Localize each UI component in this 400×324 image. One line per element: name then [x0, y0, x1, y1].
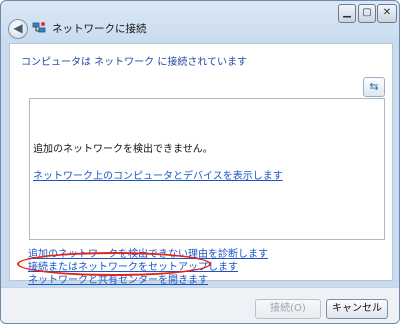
connect-button[interactable]: 接続(O)	[255, 299, 321, 319]
no-networks-text: 追加のネットワークを検出できません。	[33, 144, 213, 155]
refresh-icon: ⇆	[369, 80, 379, 93]
show-devices-link[interactable]: ネットワーク上のコンピュータとデバイスを表示します	[33, 167, 283, 182]
cancel-button[interactable]: キャンセル	[326, 299, 388, 319]
network-icon	[32, 22, 46, 33]
window-title: ネットワークに接続	[52, 23, 147, 35]
connection-status-text: コンピュータは ネットワーク に接続されています	[21, 57, 248, 68]
maximize-button[interactable]: ▢	[358, 4, 376, 23]
title-bar: ▁ ▢ ✕ ◀ ネットワークに接続	[1, 1, 399, 43]
dialog-window: ▁ ▢ ✕ ◀ ネットワークに接続 コンピュータは ネットワーク に接続されてい…	[0, 0, 400, 324]
highlight-ellipse	[17, 252, 211, 276]
minimize-button[interactable]: ▁	[338, 4, 356, 23]
close-button[interactable]: ✕	[377, 4, 397, 23]
refresh-button[interactable]: ⇆	[363, 77, 385, 97]
back-arrow-icon[interactable]: ◀	[8, 19, 28, 39]
